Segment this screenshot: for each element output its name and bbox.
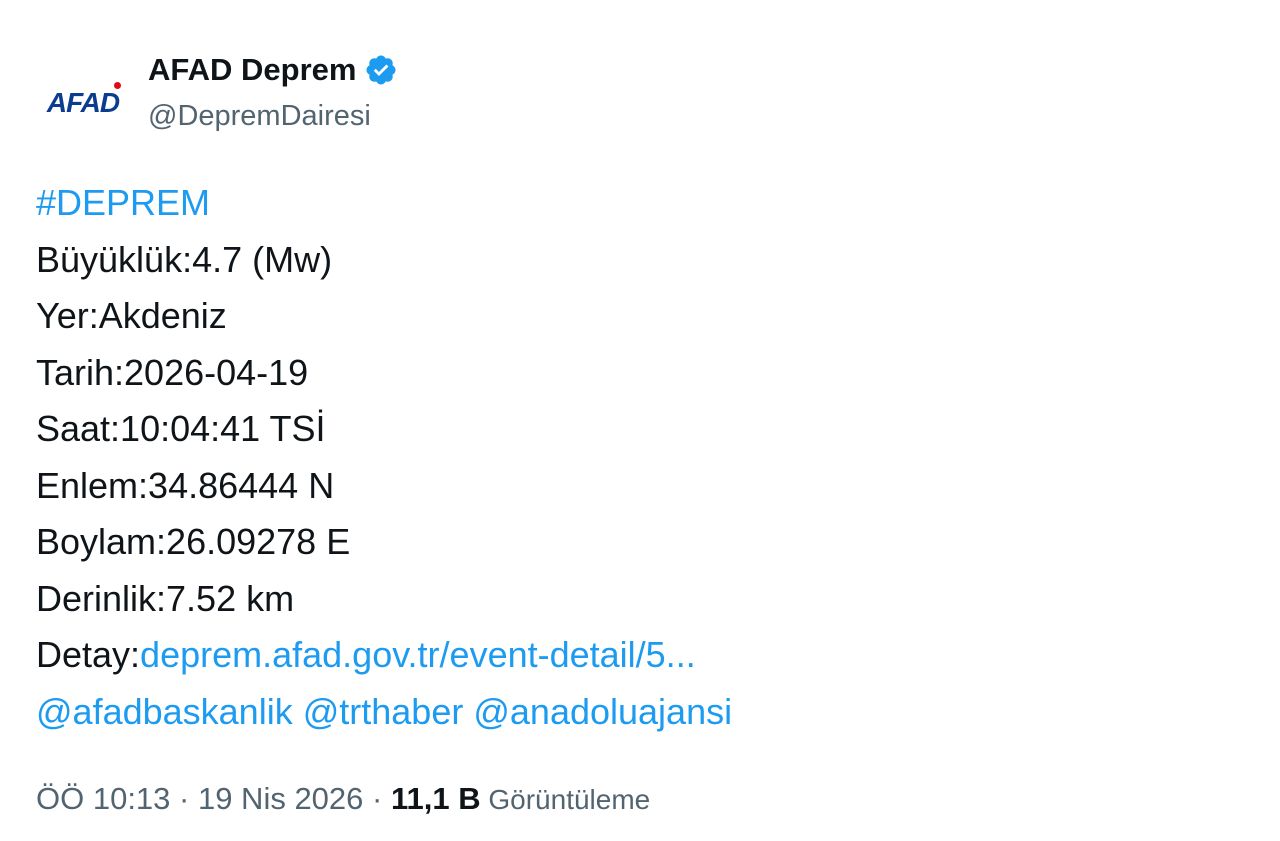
mentions-line: @afadbaskanlik @trthaber @anadoluajansi: [36, 684, 732, 741]
time-line: Saat:10:04:41 TSİ: [36, 408, 326, 449]
avatar-logo-dot: [114, 82, 121, 89]
views-count: 11,1 B: [390, 781, 481, 816]
avatar[interactable]: AFAD: [36, 54, 130, 148]
latitude-line: Enlem:34.86444 N: [36, 464, 335, 506]
hashtag-link[interactable]: #DEPREM: [36, 175, 732, 232]
avatar-logo-text: AFAD: [46, 87, 120, 118]
tweet-meta: ÖÖ 10:13 · 19 Nis 2026 · 11,1 B Görüntül…: [36, 775, 650, 824]
longitude-line: Boylam:26.09278 E: [36, 521, 351, 562]
date-line: Tarih:2026-04-19: [36, 351, 309, 393]
views-label: Görüntüleme: [480, 784, 651, 815]
verified-badge-icon[interactable]: [364, 53, 398, 87]
mention-link[interactable]: @anadoluajansi: [473, 691, 732, 732]
tweet-text: #DEPREM Büyüklük:4.7 (Mw) Yer:Akdeniz Ta…: [36, 175, 732, 740]
tweet-header: AFAD AFAD Deprem @DepremDairesi: [36, 44, 936, 148]
magnitude-line: Büyüklük:4.7 (Mw): [36, 238, 333, 280]
depth-line: Derinlik:7.52 km: [36, 577, 295, 619]
detail-label: Detay:: [36, 634, 141, 675]
mention-link[interactable]: @trthaber: [303, 691, 464, 732]
timestamp-link[interactable]: ÖÖ 10:13 · 19 Nis 2026 ·: [36, 781, 391, 816]
display-name[interactable]: AFAD Deprem: [148, 48, 356, 92]
author-names: AFAD Deprem @DepremDairesi: [148, 48, 398, 138]
handle[interactable]: @DepremDairesi: [148, 94, 398, 138]
detail-link[interactable]: deprem.afad.gov.tr/event-detail/5...: [140, 634, 696, 675]
display-name-row: AFAD Deprem: [148, 48, 398, 92]
tweet: AFAD AFAD Deprem @DepremDairesi #DEPREM …: [0, 0, 1280, 841]
location-line: Yer:Akdeniz: [36, 295, 227, 336]
mention-link[interactable]: @afadbaskanlik: [36, 691, 293, 732]
detail-line: Detay:deprem.afad.gov.tr/event-detail/5.…: [36, 627, 732, 684]
